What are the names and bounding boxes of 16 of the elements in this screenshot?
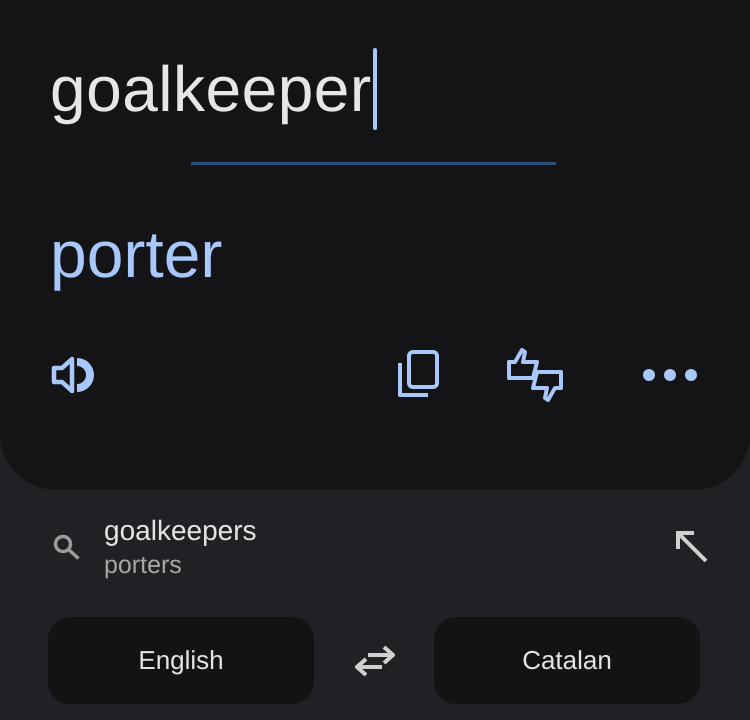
- speaker-icon: [50, 355, 95, 395]
- source-language-button[interactable]: English: [48, 617, 314, 704]
- copy-icon: [396, 350, 439, 400]
- more-dots-icon: [642, 368, 698, 382]
- suggestion-translation: porters: [104, 550, 183, 580]
- target-language-button[interactable]: Catalan: [434, 617, 700, 704]
- use-suggestion-button[interactable]: [676, 530, 708, 562]
- arrow-up-left-icon: [676, 530, 708, 562]
- rate-translation-button[interactable]: [505, 345, 566, 405]
- thumbs-up-down-icon: [505, 346, 566, 404]
- source-text-field[interactable]: goalkeeper: [50, 48, 698, 130]
- more-options-button[interactable]: [641, 367, 698, 383]
- suggestion-term[interactable]: goalkeepers: [104, 512, 257, 548]
- swap-languages-button[interactable]: [354, 644, 396, 676]
- search-icon: [53, 534, 81, 560]
- swap-arrows-icon: [354, 644, 396, 676]
